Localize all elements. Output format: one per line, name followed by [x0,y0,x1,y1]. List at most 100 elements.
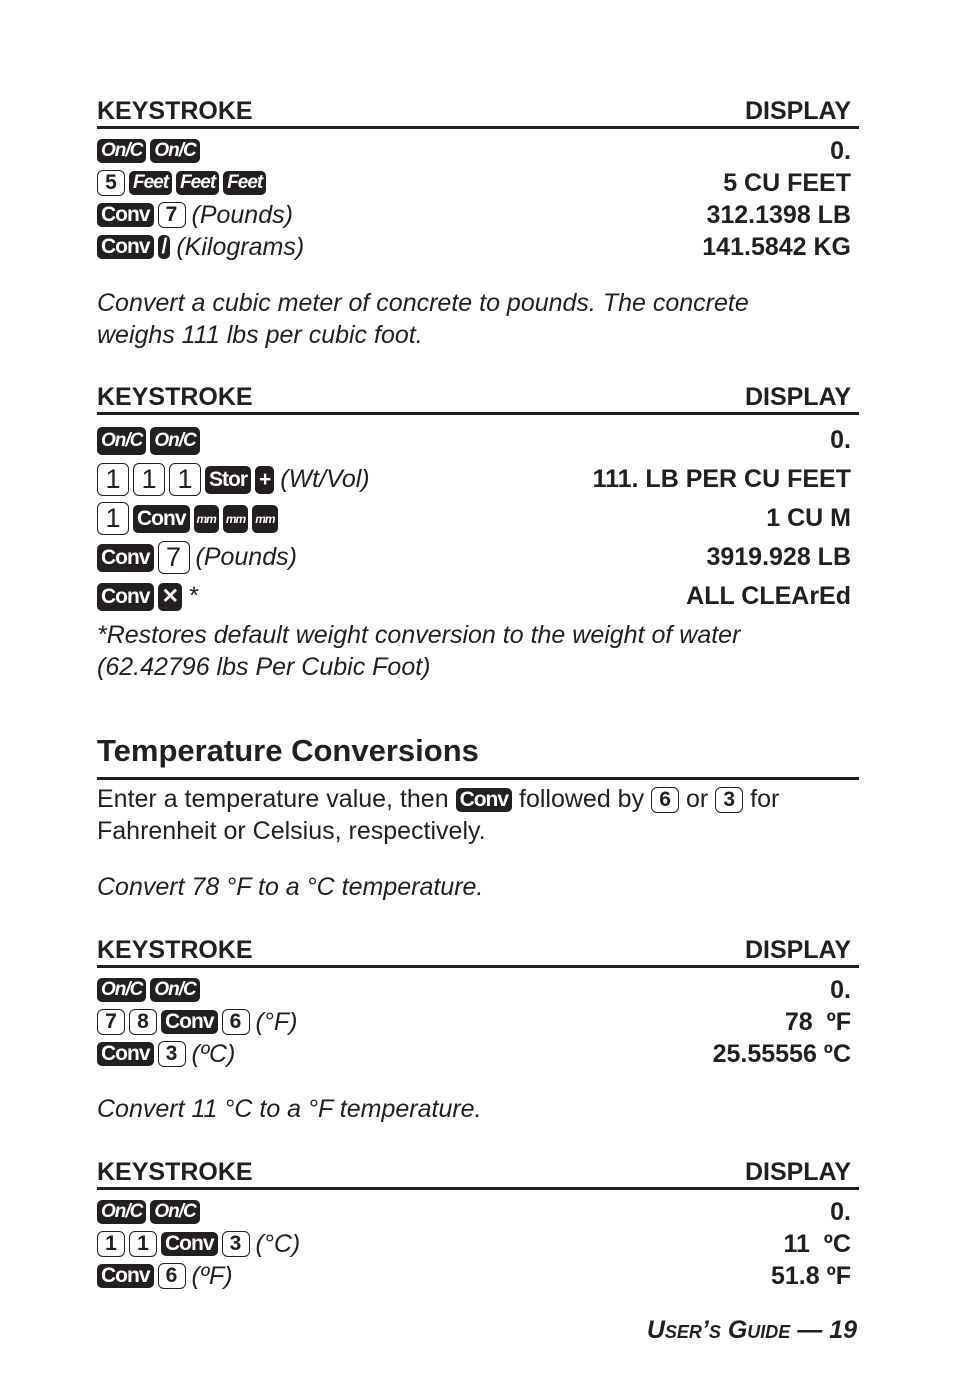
table-header: KEYSTROKE DISPLAY [97,375,859,415]
display-value: ALL CLEArEd [686,582,851,610]
key-7-icon: 7 [97,1009,125,1035]
display-header: DISPLAY [744,1158,851,1186]
table-header: KEYSTROKE DISPLAY [97,88,859,129]
key-1-icon: 1 [97,502,129,535]
keystroke-header: KEYSTROKE [97,383,253,411]
key-conv-icon: Conv [161,1232,218,1256]
key-1-icon: 1 [133,463,165,496]
key-onc-icon: On/C [97,426,147,455]
key-6: 6 [651,787,680,814]
table-row: On/C On/C 0. [97,135,859,167]
key-feet-icon: Feet [176,171,220,195]
display-header: DISPLAY [744,97,851,125]
keystroke-label: (ºF) [191,1261,233,1290]
table-row: Conv 7 (Pounds) 312.1398 LB [97,199,859,231]
key-feet-icon: Feet [223,171,267,195]
table-row: 1 Conv mm mm mm 1 CU M [97,499,859,538]
key-conv-icon: Conv [161,1010,218,1034]
keystroke-table-3: KEYSTROKE DISPLAY On/C On/C 0. 7 8 Conv 6 (°F)… [97,928,859,1070]
example-intro: Convert a cubic meter of concrete to pou… [97,289,749,349]
display-header: DISPLAY [744,383,851,411]
example-intro: Convert 78 °F to a °C temperature. [97,873,484,901]
key-onc-icon: On/C [97,139,147,163]
footnote: *Restores default weight conversion to t… [97,621,741,681]
key-onc-icon: On/C [150,139,200,163]
display-value: 25.55556 ºC [712,1039,851,1068]
keystroke-sequence: Conv 7 (Pounds) [97,201,293,230]
table-row: On/C On/C 0. [97,974,859,1006]
table-row: 5 Feet Feet Feet 5 CU FEET [97,167,859,199]
keystroke-sequence: On/C On/C [97,426,200,455]
page-footer: User’s Guide — 19 [646,1316,857,1344]
table-row: Conv ✕ * ALL CLEArEd [97,577,859,616]
key-1-icon: 1 [97,463,129,496]
key-mm-icon: mm [222,504,249,533]
keystroke-label: * [188,582,198,610]
key-onc-icon: On/C [97,978,147,1002]
keystroke-sequence: 5 Feet Feet Feet [97,170,267,196]
key-3: 3 [715,787,744,814]
key-1-icon: 1 [97,1231,125,1257]
display-value: 3919.928 LB [706,543,851,571]
display-value: 0. [830,1197,851,1226]
key-6-icon: 6 [157,1263,186,1289]
keystroke-table-4: KEYSTROKE DISPLAY On/C On/C 0. 1 1 Conv 3 (°C) 1… [97,1150,859,1292]
keystroke-sequence: Conv ✕ * [97,582,198,611]
key-onc-icon: On/C [150,978,200,1002]
keystroke-sequence: On/C On/C [97,139,200,163]
table-row: On/C On/C 0. [97,1196,859,1228]
table-row: Conv 3 (ºC) 25.55556 ºC [97,1038,859,1070]
display-value: 1 CU M [766,504,851,532]
keystroke-label: (ºC) [191,1039,236,1068]
table-row: Conv 7 (Pounds) 3919.928 LB [97,538,859,577]
section-title: Temperature Conversions [97,733,859,780]
temperature-instructions: Enter a temperature value, then Conv fol… [97,785,780,845]
guide-title: User’s Guide [646,1316,791,1344]
table-row: On/C On/C 0. [97,421,859,460]
keystroke-sequence: 7 8 Conv 6 (°F) [97,1008,297,1037]
key-1-icon: 1 [129,1231,157,1257]
key-onc-icon: On/C [150,426,200,455]
key-1-icon: 1 [169,463,201,496]
display-header: DISPLAY [744,936,851,964]
keystroke-sequence: On/C On/C [97,978,200,1002]
keystroke-label: (Kilograms) [176,232,305,261]
page-number: 19 [829,1316,857,1344]
key--icon: ✕ [157,582,183,611]
keystroke-header: KEYSTROKE [97,1158,253,1186]
key-stor-icon: Stor [205,465,251,494]
keystroke-label: (Wt/Vol) [280,465,370,493]
key-5-icon: 5 [97,170,125,196]
keystroke-header: KEYSTROKE [97,936,253,964]
display-value: 0. [830,975,851,1004]
keystroke-sequence: 1 1 Conv 3 (°C) [97,1230,300,1259]
key-conv-icon: Conv [97,1042,154,1066]
key-3-icon: 3 [157,1041,186,1067]
keystroke-sequence: Conv 6 (ºF) [97,1262,233,1291]
keystroke-label: (Pounds) [191,200,293,229]
display-value: 312.1398 LB [706,200,851,229]
key--icon: + [255,465,275,494]
keystroke-sequence: 1 Conv mm mm mm [97,502,278,535]
key-7-icon: 7 [157,202,186,228]
display-value: 0. [830,426,851,454]
key-6-icon: 6 [221,1009,250,1035]
keystroke-sequence: On/C On/C [97,1200,200,1224]
keystroke-label: (°F) [255,1007,298,1036]
keystroke-sequence: Conv 7 (Pounds) [97,541,297,574]
display-value: 0. [830,136,851,165]
display-value: 78 ºF [784,1007,851,1036]
display-value: 111. LB PER CU FEET [592,465,851,493]
key-8-icon: 8 [129,1009,157,1035]
table-row: 7 8 Conv 6 (°F) 78 ºF [97,1006,859,1038]
key-conv-icon: Conv [97,235,154,259]
key-conv-icon: Conv [97,582,154,611]
key-conv-icon: Conv [97,543,154,572]
key-mm-icon: mm [193,504,219,533]
display-value: 11 ºC [783,1229,851,1258]
table-header: KEYSTROKE DISPLAY [97,1150,859,1190]
table-row: Conv / (Kilograms) 141.5842 KG [97,231,859,263]
display-value: 51.8 ºF [770,1261,851,1290]
key-feet-icon: Feet [129,171,173,195]
key-conv-icon: Conv [97,203,154,227]
